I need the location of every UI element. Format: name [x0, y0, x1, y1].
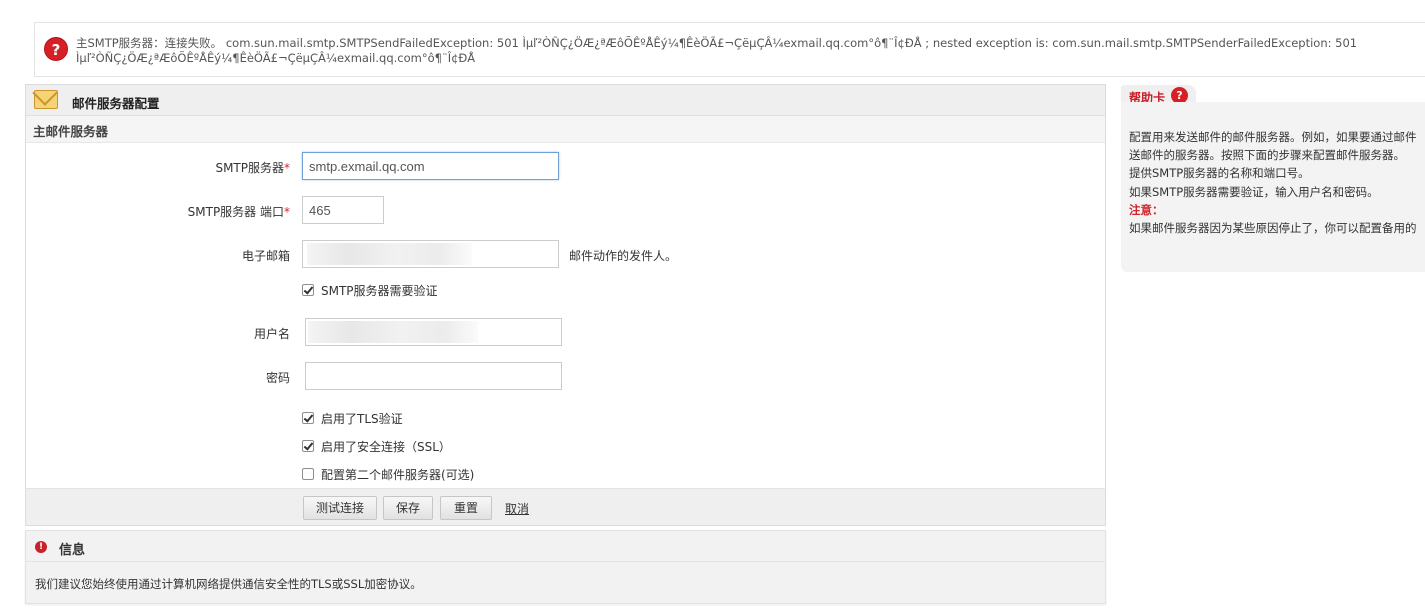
redacted-username	[308, 321, 478, 343]
info-title: 信息	[59, 543, 86, 558]
info-body: 我们建议您始终使用通过计算机网络提供通信安全性的TLS或SSL加密协议。	[35, 577, 422, 591]
tls-label: 启用了TLS验证	[321, 411, 403, 426]
smtp-auth-checkbox-row[interactable]: SMTP服务器需要验证	[302, 282, 438, 298]
smtp-port-label: SMTP服务器 端口*	[187, 205, 290, 219]
password-input[interactable]	[305, 362, 562, 390]
smtp-server-label: SMTP服务器*	[215, 161, 290, 175]
smtp-auth-checkbox[interactable]	[302, 284, 314, 296]
smtp-port-input[interactable]	[302, 196, 384, 224]
username-label: 用户名	[253, 327, 290, 341]
tls-checkbox[interactable]	[302, 412, 314, 424]
info-header: ! 信息	[26, 531, 1105, 562]
username-input[interactable]	[305, 318, 562, 346]
panel-header: 邮件服务器配置	[26, 85, 1105, 116]
email-hint: 邮件动作的发件人。	[569, 249, 678, 263]
ssl-label: 启用了安全连接（SSL）	[321, 439, 451, 454]
reset-button[interactable]: 重置	[440, 496, 492, 520]
cancel-link[interactable]: 取消	[505, 500, 529, 517]
info-icon: !	[35, 541, 47, 553]
mail-server-config-panel: 邮件服务器配置 主邮件服务器 SMTP服务器* SMTP服务器 端口* 电子邮箱…	[25, 84, 1106, 526]
panel-title: 邮件服务器配置	[72, 96, 160, 111]
help-note-text: 如果邮件服务器因为某些原因停止了，你可以配置备用的	[1129, 221, 1417, 235]
test-connection-button[interactable]: 测试连接	[303, 496, 377, 520]
help-card: 配置用来发送邮件的邮件服务器。例如，如果要通过邮件 送邮件的服务器。按照下面的步…	[1121, 102, 1425, 272]
save-button[interactable]: 保存	[383, 496, 433, 520]
ssl-checkbox-row[interactable]: 启用了安全连接（SSL）	[302, 438, 451, 454]
error-banner: ? 主SMTP服务器：连接失败。 com.sun.mail.smtp.SMTPS…	[34, 22, 1425, 77]
password-label: 密码	[265, 371, 290, 385]
info-panel: ! 信息 我们建议您始终使用通过计算机网络提供通信安全性的TLS或SSL加密协议…	[25, 530, 1106, 604]
envelope-icon	[34, 90, 58, 109]
help-line: 如果SMTP服务器需要验证，输入用户名和密码。	[1129, 185, 1379, 199]
tls-checkbox-row[interactable]: 启用了TLS验证	[302, 410, 403, 426]
question-icon: ?	[44, 37, 68, 61]
smtp-auth-label: SMTP服务器需要验证	[321, 283, 438, 298]
secondary-server-checkbox-row[interactable]: 配置第二个邮件服务器(可选)	[302, 466, 474, 482]
secondary-server-label: 配置第二个邮件服务器(可选)	[321, 467, 475, 482]
section-title: 主邮件服务器	[26, 116, 1105, 143]
email-label: 电子邮箱	[241, 249, 290, 263]
ssl-checkbox[interactable]	[302, 440, 314, 452]
help-line: 送邮件的服务器。按照下面的步骤来配置邮件服务器。	[1129, 148, 1405, 162]
button-bar: 测试连接 保存 重置 取消	[26, 488, 1105, 525]
help-line: 提供SMTP服务器的名称和端口号。	[1129, 166, 1310, 180]
smtp-server-input[interactable]	[302, 152, 559, 180]
redacted-email	[307, 243, 472, 265]
email-input[interactable]	[302, 240, 559, 268]
help-line: 配置用来发送邮件的邮件服务器。例如，如果要通过邮件	[1129, 130, 1417, 144]
secondary-server-checkbox[interactable]	[302, 468, 314, 480]
error-message: 主SMTP服务器：连接失败。 com.sun.mail.smtp.SMTPSen…	[76, 36, 1358, 65]
help-note-label: 注意：	[1129, 203, 1164, 217]
